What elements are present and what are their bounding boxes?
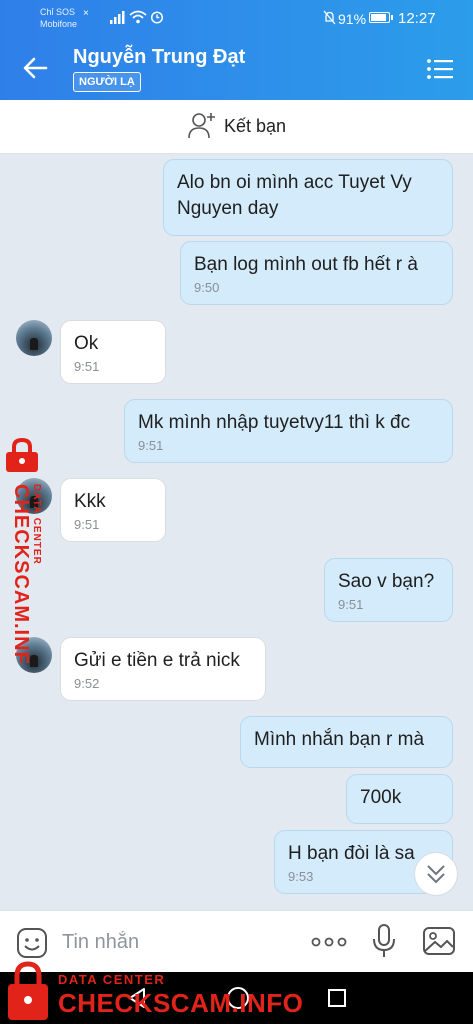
image-icon[interactable] <box>422 926 456 956</box>
message-bubble-outgoing[interactable]: 700k <box>346 774 453 824</box>
watermark-bottom-small: DATA CENTER <box>58 972 166 987</box>
message-text: Mình nhắn bạn r mà <box>254 729 425 750</box>
message-input-bar <box>0 910 473 973</box>
add-friend-button[interactable]: Kết bạn <box>0 100 473 154</box>
message-time: 9:50 <box>194 280 220 295</box>
message-text: Gửi e tiền e trả nick <box>74 650 240 671</box>
message-text: Kkk <box>74 491 106 512</box>
message-input[interactable] <box>60 921 294 963</box>
battery-icon <box>369 12 393 23</box>
message-time: 9:51 <box>74 517 100 532</box>
contact-name[interactable]: Nguyễn Trung Đạt <box>73 46 245 69</box>
avatar[interactable] <box>16 320 52 356</box>
carrier-line-2: Mobifone <box>40 19 78 29</box>
message-text: 700k <box>360 787 402 808</box>
message-bubble-outgoing[interactable]: Sao v bạn? 9:51 <box>324 558 453 622</box>
alarm-icon <box>150 11 164 24</box>
message-bubble-incoming[interactable]: Ok 9:51 <box>60 320 166 384</box>
message-bubble-incoming[interactable]: Gửi e tiền e trả nick 9:52 <box>60 637 266 701</box>
status-bar: Chỉ SOS Mobifone × 91% 12:27 <box>0 0 473 36</box>
message-time: 9:51 <box>74 359 100 374</box>
message-bubble-outgoing[interactable]: Mk mình nhập tuyetvy11 thì k đc 9:51 <box>124 399 453 463</box>
add-user-icon <box>188 113 215 139</box>
microphone-icon[interactable] <box>371 923 397 959</box>
list-menu-icon[interactable] <box>424 55 456 83</box>
message-time: 9:51 <box>338 597 364 612</box>
message-text: Bạn log mình out fb hết r à <box>194 254 418 275</box>
carrier-line-1: Chỉ SOS <box>40 7 76 17</box>
message-text: Ok <box>74 333 99 354</box>
no-sim-icon: × <box>83 8 89 19</box>
nav-recent-icon[interactable] <box>327 988 347 1008</box>
message-text: Alo bn oi mình acc Tuyet Vy Nguyen day <box>177 172 412 219</box>
message-bubble-incoming[interactable]: Kkk 9:51 <box>60 478 166 542</box>
chevron-double-down-icon <box>427 865 445 884</box>
lock-icon <box>8 961 48 1020</box>
status-clock: 12:27 <box>398 10 436 27</box>
message-text: Mk mình nhập tuyetvy11 thì k đc <box>138 412 411 433</box>
message-time: 9:51 <box>138 438 164 453</box>
message-text: Sao v bạn? <box>338 571 435 592</box>
battery-percent: 91% <box>338 11 367 27</box>
message-bubble-outgoing[interactable]: Mình nhắn bạn r mà <box>240 716 453 768</box>
message-bubble-outgoing[interactable]: Bạn log mình out fb hết r à 9:50 <box>180 241 453 305</box>
more-dots-icon[interactable] <box>311 932 347 952</box>
scroll-to-bottom-button[interactable] <box>414 852 458 896</box>
watermark-side-big: CHECKSCAM.INFO <box>10 484 32 664</box>
watermark-bottom-big: CHECKSCAM.INFO <box>58 988 304 1018</box>
back-arrow-icon[interactable] <box>18 52 54 84</box>
chat-header: Nguyễn Trung Đạt NGƯỜI LẠ <box>0 36 473 100</box>
message-time: 9:52 <box>74 676 100 691</box>
watermark-side-small: DATA CENTER <box>31 484 42 565</box>
watermark-side: CHECKSCAM.INFO DATA CENTER <box>10 484 42 664</box>
lock-icon <box>6 438 38 472</box>
add-friend-label: Kết bạn <box>224 116 287 136</box>
wifi-icon <box>129 10 147 24</box>
stranger-badge: NGƯỜI LẠ <box>73 72 141 92</box>
mute-bell-icon <box>323 10 336 25</box>
battery-level-fill <box>371 14 386 21</box>
signal-icon <box>110 11 125 24</box>
emoji-icon[interactable] <box>16 927 48 959</box>
message-bubble-outgoing[interactable]: Alo bn oi mình acc Tuyet Vy Nguyen day <box>163 159 453 236</box>
carrier-info: Chỉ SOS Mobifone <box>40 6 77 30</box>
